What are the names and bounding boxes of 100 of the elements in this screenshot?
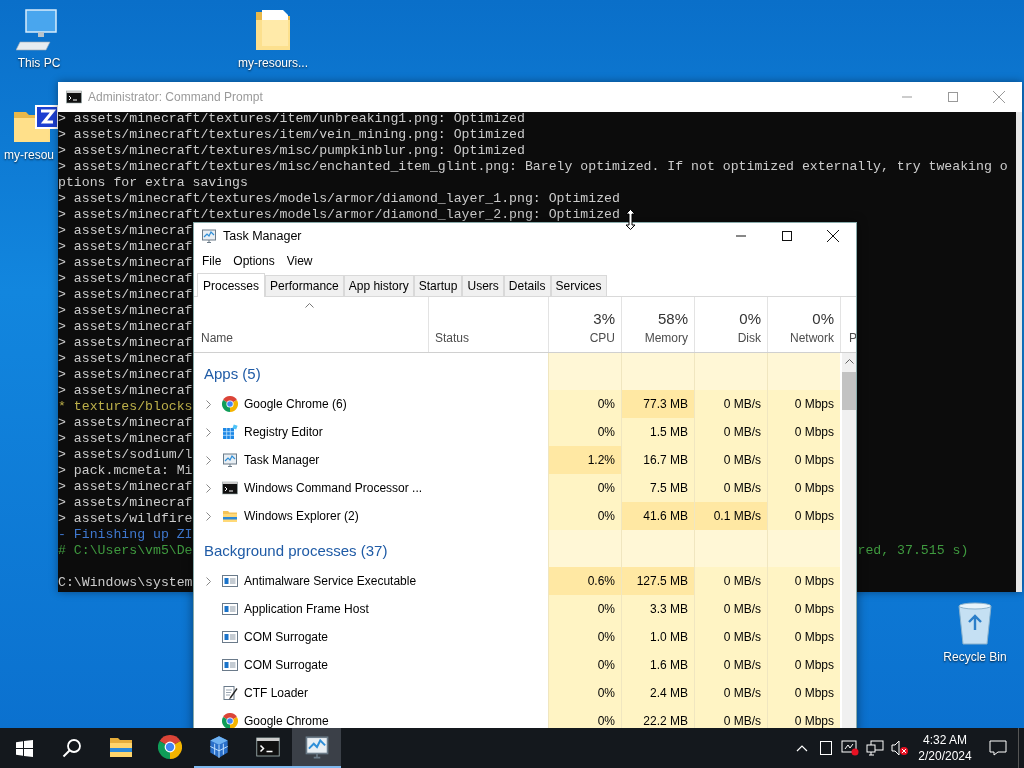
process-name[interactable]: CTF Loader [244,684,309,702]
tab[interactable]: App history [343,275,414,296]
table-cell: 22.2 MB [621,707,694,728]
table-cell: 2.4 MB [621,679,694,707]
column-header[interactable]: Network [790,329,834,347]
table-cell: 16.7 MB [621,446,694,474]
monitor-graph-icon [303,734,330,760]
table-cell: 0% [548,502,621,530]
process-name[interactable]: Windows Command Processor ... [244,479,423,497]
table-cell: 0% [548,623,621,651]
table-cell: 0 Mbps [767,418,840,446]
console-line: > assets/minecraft/textures/item/unbreaking1.png: Optimized [58,112,525,128]
console-line: > assets/minecraf [58,256,193,272]
console-line: > assets/minecraf [58,368,193,384]
console-icon [66,89,82,105]
table-cell: 0 Mbps [767,567,840,595]
scroll-up-icon[interactable] [844,359,854,364]
console-line: - Finishing up ZI [58,528,193,544]
desktop-icon-label[interactable]: my-resours... [238,56,308,70]
table-cell: 0 Mbps [767,502,840,530]
column-header[interactable]: P [849,329,856,347]
process-name[interactable]: Registry Editor [244,423,323,441]
scroll-thumb[interactable] [842,372,856,410]
process-name[interactable]: Application Frame Host [244,600,369,618]
console-line: * textures/blocks [58,400,193,416]
column-header[interactable]: CPU [589,329,615,347]
console-line: C:\Windows\system [58,576,193,592]
menu-item[interactable]: File [198,252,226,270]
console-line: > assets/minecraf [58,416,193,432]
console-line: > assets/minecraf [58,272,193,288]
process-name[interactable]: Windows Explorer (2) [244,507,359,525]
search-icon [62,738,82,758]
expand-chevron-icon[interactable] [205,511,211,521]
process-name[interactable]: Google Chrome [244,712,329,728]
sort-caret-icon [305,303,314,308]
group-heading: Background processes (37) [204,541,388,562]
maximize-icon [782,231,792,241]
table-cell: 0% [548,418,621,446]
console-line: > assets/minecraf [58,240,193,256]
desktop-icon-label[interactable]: my-resou [4,148,54,162]
clock[interactable]: 4:32 AM 2/20/2024 [912,732,978,764]
table-cell: 0 MB/s [694,418,767,446]
console-line: > assets/minecraf [58,432,193,448]
column-header[interactable]: Name [201,329,428,347]
expand-chevron-icon[interactable] [205,399,211,409]
chrome-icon [222,396,238,412]
tab[interactable]: Startup [413,275,463,296]
scrollbar[interactable] [1016,112,1022,592]
column-header[interactable]: Status [435,329,470,347]
console-line: > assets/wildfire [58,512,193,528]
table-cell: 3.3 MB [621,595,694,623]
column-percent: 0% [812,309,834,329]
group-heading: Apps (5) [204,364,261,385]
table-cell: 0 MB/s [694,707,767,728]
console-line: > assets/minecraft/textures/misc/pumpkinblur.png: Optimized [58,144,525,160]
tab[interactable]: Processes [197,273,266,297]
recycle-bin-icon [955,600,995,646]
menu-item[interactable]: Options [229,252,279,270]
console-line: > assets/minecraf [58,224,193,240]
table-cell: 41.6 MB [621,502,694,530]
table-cell: 0 MB/s [694,567,767,595]
tab[interactable]: Details [503,275,551,296]
column-header[interactable]: Disk [737,329,761,347]
table-cell: 0% [548,390,621,418]
process-name[interactable]: COM Surrogate [244,656,329,674]
process-name[interactable]: Google Chrome (6) [244,395,347,413]
table-cell: 0 MB/s [694,474,767,502]
window-title: Task Manager [223,227,302,245]
console-icon [255,735,280,759]
expand-chevron-icon[interactable] [205,483,211,493]
console-line: > assets/minecraft/textures/item/vein_mining.png: Optimized [58,128,525,144]
process-name[interactable]: Antimalware Service Executable [244,572,417,590]
process-name[interactable]: COM Surrogate [244,628,329,646]
console-line: ptions for extra savings [58,176,248,192]
console-line: > assets/minecraft/textures/models/armor/diamond_layer_2.png: Optimized [58,208,620,224]
service-window-icon [222,629,238,645]
console-line: > assets/minecraf [58,384,193,400]
scrollbar[interactable] [842,353,856,728]
tab[interactable]: Performance [265,275,344,296]
registry-icon [222,424,238,440]
console-line: > pack.mcmeta: Mi [58,464,193,480]
table-cell: 0 MB/s [694,651,767,679]
desktop-icon-label[interactable]: Recycle Bin [943,650,1007,664]
desktop-icon-label[interactable]: This PC [17,56,61,70]
column-header[interactable]: Memory [644,329,688,347]
table-cell: 0 Mbps [767,707,840,728]
taskbar-app-button[interactable] [292,728,341,768]
process-name[interactable]: Task Manager [244,451,320,469]
tab[interactable]: Users [462,275,504,296]
expand-chevron-icon[interactable] [205,576,211,586]
menu-item[interactable]: View [282,252,317,270]
console-line: > assets/minecraf [58,352,193,368]
expand-chevron-icon[interactable] [205,427,211,437]
column-percent: 0% [739,309,761,329]
table-cell: 1.0 MB [621,623,694,651]
tab[interactable]: Services [550,275,607,296]
expand-chevron-icon[interactable] [205,455,211,465]
table-cell: 0% [548,651,621,679]
monitor-graph-icon [201,228,217,244]
pen-note-icon [222,685,238,701]
